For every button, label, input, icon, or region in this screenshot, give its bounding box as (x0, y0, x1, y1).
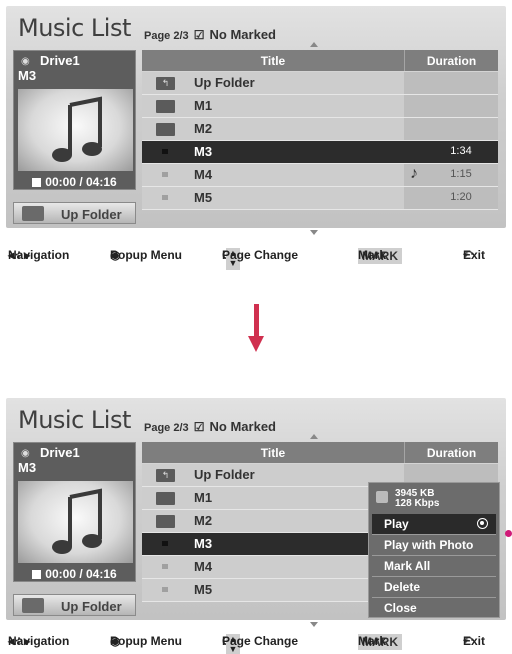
up-folder-button[interactable]: Up Folder (13, 594, 136, 616)
row-duration: 1:34 (450, 145, 472, 157)
now-playing-box: ◉ Drive1 M3 00:00 / 04:16 (13, 442, 136, 582)
page-number: Page 2/3 (144, 30, 189, 42)
up-folder-icon: ↰ (156, 77, 175, 90)
up-folder-button-label: Up Folder (61, 207, 122, 222)
now-playing-box: ◉ Drive1 M3 00:00 / 04:16 (13, 50, 136, 190)
menu-item-play-with-photo[interactable]: Play with Photo (372, 535, 496, 555)
row-title: Up Folder (194, 75, 255, 90)
music-list-panel: Music List Page 2/3 ☑ No Marked ◉ Drive1… (6, 6, 506, 235)
file-info: 3945 KB 128 Kbps (373, 487, 497, 511)
file-icon (162, 195, 168, 200)
row-title: Up Folder (194, 467, 255, 482)
file-icon (162, 587, 168, 592)
folder-icon (156, 515, 175, 528)
row-title: M2 (194, 513, 213, 528)
ok-button-icon (477, 518, 488, 529)
menu-item-close[interactable]: Close (372, 598, 496, 618)
music-note-icon (52, 488, 102, 554)
column-title: Title (260, 446, 286, 460)
table-row[interactable]: M5 1:20 (142, 187, 498, 210)
key-legend: ◂⁘▸Navigation ◉Popup Menu CH▲▼Page Chang… (8, 248, 486, 270)
playback-time: 00:00 / 04:16 (14, 175, 135, 189)
up-folder-button-label: Up Folder (61, 599, 122, 614)
music-table: Title Duration ↰ Up Folder M1 M2 M3 1:34 … (142, 50, 498, 235)
table-row[interactable]: M1 (142, 95, 498, 118)
table-row[interactable]: ↰ Up Folder (142, 72, 498, 95)
pointer-dot-icon (505, 530, 512, 537)
row-title: M4 (194, 559, 213, 574)
scroll-down-icon[interactable] (310, 230, 318, 235)
drive-label: Drive1 (40, 445, 80, 460)
up-folder-icon (22, 598, 44, 613)
selected-file-label: M3 (18, 460, 37, 475)
page-title: Music List (18, 14, 131, 42)
row-duration: 1:20 (450, 191, 472, 203)
row-title: M5 (194, 582, 213, 597)
row-title: M1 (194, 98, 213, 113)
menu-item-delete[interactable]: Delete (372, 577, 496, 597)
stop-icon (32, 178, 42, 187)
marked-status: No Marked (209, 419, 276, 434)
row-title: M3 (194, 144, 213, 159)
scroll-down-icon[interactable] (310, 622, 318, 627)
menu-item-play[interactable]: Play (372, 514, 496, 534)
file-icon (162, 149, 168, 154)
table-row-selected[interactable]: M3 1:34 (142, 141, 498, 164)
row-duration: 1:15 (450, 168, 472, 180)
row-title: M5 (194, 190, 213, 205)
album-art (18, 481, 133, 563)
folder-icon (156, 123, 175, 136)
album-art (18, 89, 133, 171)
table-row[interactable]: M2 (142, 118, 498, 141)
playing-note-icon: ♪ (410, 165, 418, 182)
scroll-up-icon[interactable] (310, 434, 318, 439)
column-duration: Duration (426, 446, 477, 460)
key-legend: ◂⁘▸Navigation ◉Popup Menu CH▲▼Page Chang… (8, 634, 486, 654)
page-indicator: Page 2/3 ☑ No Marked (144, 419, 276, 434)
popup-menu: 3945 KB 128 Kbps Play Play with Photo Ma… (368, 482, 500, 618)
playback-time-text: 00:00 / 04:16 (45, 175, 117, 189)
checkbox-icon: ☑ (193, 420, 205, 434)
page-indicator: Page 2/3 ☑ No Marked (144, 27, 276, 42)
info-icon (376, 491, 388, 503)
table-header: Title Duration (142, 442, 498, 463)
menu-item-mark-all[interactable]: Mark All (372, 556, 496, 576)
row-title: M3 (194, 536, 213, 551)
drive-icon: ◉ (21, 448, 30, 459)
file-bitrate: 128 Kbps (395, 498, 440, 509)
marked-status: No Marked (209, 27, 276, 42)
folder-icon (156, 100, 175, 113)
selected-file-label: M3 (18, 68, 37, 83)
file-icon (162, 564, 168, 569)
row-title: M4 (194, 167, 213, 182)
music-note-icon (52, 96, 102, 162)
column-duration: Duration (426, 54, 477, 68)
up-folder-icon: ↰ (156, 469, 175, 482)
down-arrow-icon (248, 304, 264, 354)
playback-time: 00:00 / 04:16 (14, 567, 135, 581)
scroll-up-icon[interactable] (310, 42, 318, 47)
column-title: Title (260, 54, 286, 68)
row-title: M1 (194, 490, 213, 505)
drive-icon: ◉ (21, 56, 30, 67)
folder-icon (156, 492, 175, 505)
up-folder-button[interactable]: Up Folder (13, 202, 136, 224)
file-icon (162, 172, 168, 177)
drive-label: Drive1 (40, 53, 80, 68)
page-title: Music List (18, 406, 131, 434)
row-title: M2 (194, 121, 213, 136)
table-header: Title Duration (142, 50, 498, 71)
up-folder-icon (22, 206, 44, 221)
page-number: Page 2/3 (144, 422, 189, 434)
stop-icon (32, 570, 42, 579)
file-icon (162, 541, 168, 546)
table-row[interactable]: M4 ♪ 1:15 (142, 164, 498, 187)
checkbox-icon: ☑ (193, 28, 205, 42)
playback-time-text: 00:00 / 04:16 (45, 567, 117, 581)
